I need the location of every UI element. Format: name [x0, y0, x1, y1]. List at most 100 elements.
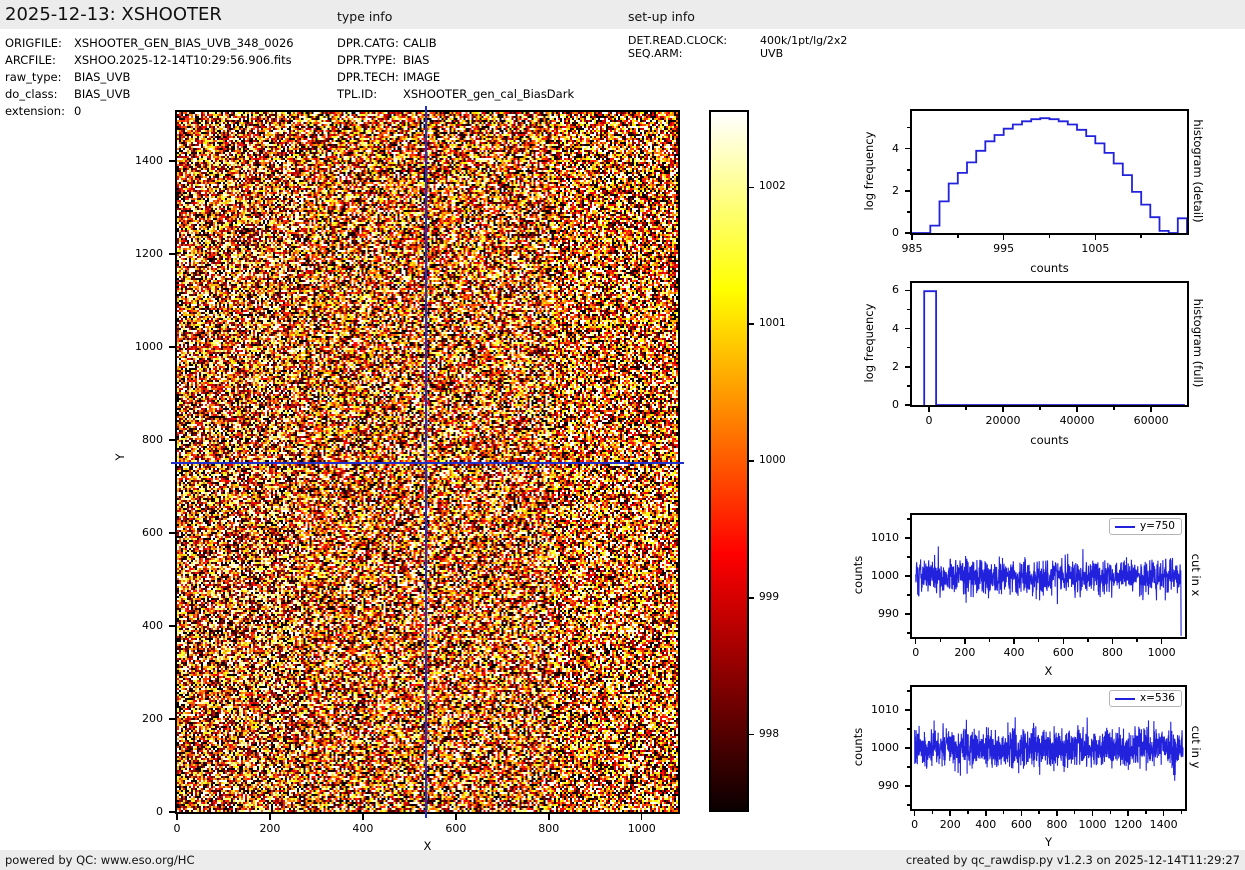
cut-in-x-plot: y=750	[910, 513, 1187, 639]
cut-y-legend: x=536	[1109, 690, 1182, 707]
x-tick-mark	[1003, 811, 1005, 814]
x-tick-mark	[1140, 235, 1142, 238]
y-tick-label: 990	[859, 779, 899, 792]
file-info-label: extension:	[5, 104, 74, 118]
file-info-row: extension:0	[5, 104, 81, 118]
page-title: 2025-12-13: XSHOOTER	[5, 4, 222, 25]
x-tick-mark	[176, 814, 178, 820]
x-tick-mark	[269, 814, 271, 820]
file-info-row: ARCFILE:XSHOO.2025-12-14T10:29:56.906.fi…	[5, 53, 292, 67]
type-info-value: CALIB	[403, 36, 437, 50]
type-info-label: DPR.CATG:	[337, 36, 403, 50]
x-tick-label: 40000	[1047, 414, 1107, 427]
header-band: 2025-12-13: XSHOOTER type info set-up in…	[0, 0, 1245, 29]
file-info-label: raw_type:	[5, 70, 74, 84]
colorbar-tick-mark	[749, 734, 754, 736]
y-tick-label: 990	[859, 607, 899, 620]
colorbar-tick-mark	[749, 323, 754, 325]
x-tick-mark	[1063, 639, 1065, 644]
x-tick-label: 1400	[1134, 818, 1194, 831]
x-tick-mark	[949, 811, 951, 816]
x-tick-mark	[362, 814, 364, 820]
legend-line-icon	[1115, 698, 1135, 700]
colorbar-gradient	[711, 112, 747, 810]
x-tick-mark	[1003, 235, 1005, 240]
y-tick-mark	[905, 148, 910, 150]
x-tick-mark	[641, 814, 643, 820]
x-tick-mark	[928, 407, 930, 412]
file-info-label: do_class:	[5, 87, 74, 101]
colorbar-tick-mark	[749, 460, 754, 462]
x-tick-mark	[967, 811, 969, 814]
y-tick-label: 2	[859, 360, 899, 373]
x-tick-mark	[1002, 407, 1004, 412]
x-tick-label: 0	[147, 822, 207, 835]
x-tick-mark	[1127, 811, 1129, 816]
y-tick-label: 4	[859, 322, 899, 335]
hist-full-xlabel: counts	[912, 433, 1187, 447]
y-tick-mark	[905, 537, 910, 539]
x-tick-mark	[914, 811, 916, 816]
y-tick-mark	[907, 211, 910, 213]
y-tick-label: 1000	[859, 741, 899, 754]
y-tick-mark	[907, 385, 910, 387]
x-tick-mark	[1110, 811, 1112, 814]
y-tick-mark	[905, 747, 910, 749]
y-tick-label: 600	[123, 526, 163, 539]
file-info-row: ORIGFILE:XSHOOTER_GEN_BIAS_UVB_348_0026	[5, 36, 294, 50]
colorbar-tick-label: 1001	[759, 317, 803, 329]
y-tick-mark	[907, 518, 910, 520]
footer-right-text: created by qc_rawdisp.py v1.2.3 on 2025-…	[906, 853, 1240, 867]
setup-info-value: 400k/1pt/lg/2x2	[760, 34, 847, 47]
cut-x-right-title: cut in x	[1189, 515, 1203, 635]
cut-x-legend-label: y=750	[1140, 519, 1175, 534]
cut-in-y-plot: x=536	[910, 685, 1187, 811]
y-tick-mark	[169, 625, 175, 627]
file-info-value: BIAS_UVB	[74, 70, 130, 84]
file-info-value: XSHOO.2025-12-14T10:29:56.906.fits	[74, 53, 292, 67]
x-tick-label: 1005	[1065, 242, 1125, 255]
x-tick-mark	[1038, 811, 1040, 814]
hist-detail-xlabel: counts	[912, 261, 1187, 275]
x-tick-mark	[1074, 811, 1076, 814]
setup-info-value: UVB	[760, 47, 783, 60]
y-tick-label: 200	[123, 712, 163, 725]
x-tick-mark	[1161, 639, 1163, 644]
section-title-type-info: type info	[337, 9, 392, 24]
y-tick-mark	[907, 309, 910, 311]
type-info-value: BIAS	[403, 53, 429, 67]
y-tick-mark	[907, 594, 910, 596]
type-info-row: TPL.ID:XSHOOTER_gen_cal_BiasDark	[337, 87, 574, 101]
y-tick-mark	[905, 709, 910, 711]
y-tick-label: 6	[859, 283, 899, 296]
x-tick-label: 800	[519, 822, 579, 835]
y-tick-mark	[905, 785, 910, 787]
y-tick-label: 800	[123, 433, 163, 446]
x-tick-mark	[1056, 811, 1058, 816]
y-tick-label: 1400	[123, 154, 163, 167]
x-tick-mark	[965, 407, 967, 410]
histogram-detail-plot	[910, 109, 1189, 235]
x-tick-mark	[1021, 811, 1023, 816]
y-tick-mark	[907, 556, 910, 558]
x-tick-mark	[1049, 235, 1051, 238]
x-tick-mark	[932, 811, 934, 814]
y-tick-mark	[169, 160, 175, 162]
file-info-label: ARCFILE:	[5, 53, 74, 67]
type-info-row: DPR.CATG:CALIB	[337, 36, 437, 50]
x-tick-mark	[1013, 639, 1015, 644]
colorbar-tick-label: 998	[759, 728, 803, 740]
x-tick-label: 985	[882, 242, 942, 255]
series-svg	[912, 283, 1187, 405]
file-info-row: do_class:BIAS_UVB	[5, 87, 130, 101]
series-svg	[912, 111, 1187, 233]
colorbar-tick-label: 999	[759, 591, 803, 603]
type-info-row: DPR.TYPE:BIAS	[337, 53, 429, 67]
setup-info-row: DET.READ.CLOCK:400k/1pt/lg/2x2	[628, 34, 847, 47]
x-tick-mark	[1038, 639, 1040, 642]
x-tick-mark	[1087, 639, 1089, 642]
colorbar-tick-mark	[749, 187, 754, 189]
x-tick-label: 0	[899, 414, 959, 427]
y-tick-label: 1000	[859, 569, 899, 582]
x-tick-mark	[964, 639, 966, 644]
